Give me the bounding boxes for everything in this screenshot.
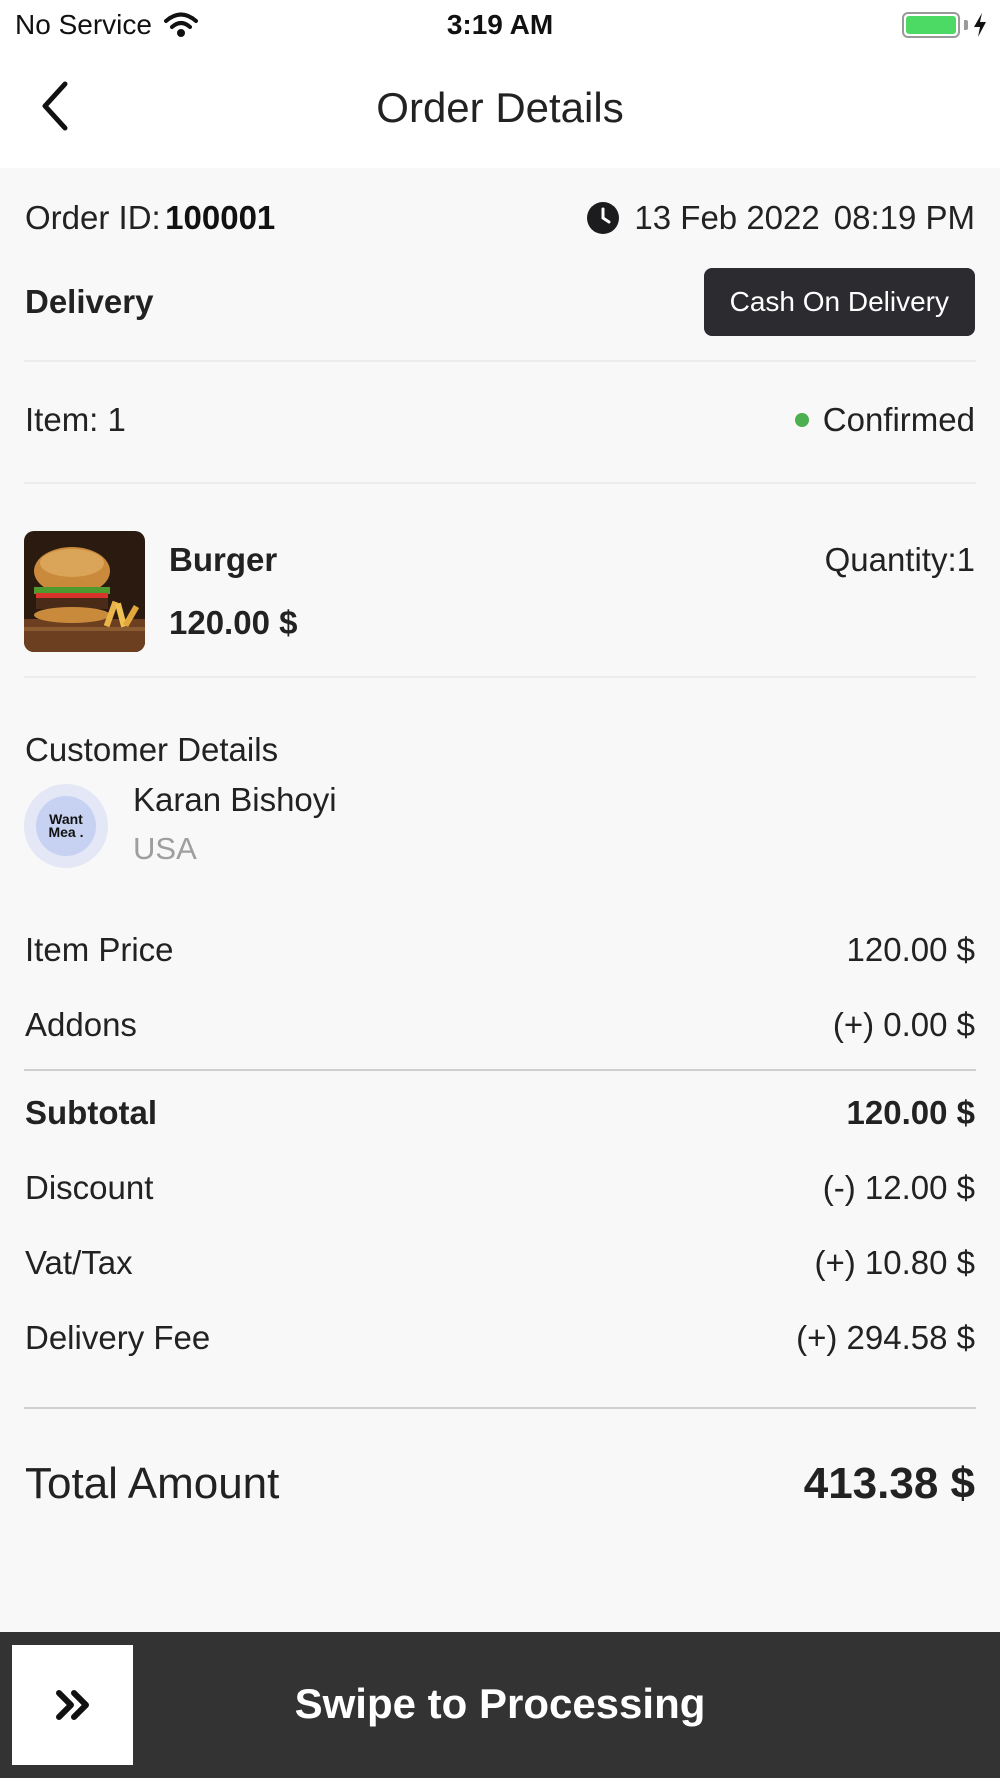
order-id: Order ID: 100001: [25, 199, 275, 237]
customer-details-heading: Customer Details: [25, 731, 279, 768]
subtotal-label: Subtotal: [25, 1094, 157, 1131]
double-chevron-right-icon: [55, 1690, 89, 1720]
item-price-row: Item Price 120.00 $: [25, 928, 975, 972]
status-bar: No Service 3:19 AM: [0, 0, 1000, 52]
charging-bolt-icon: [974, 13, 986, 37]
customer-name: Karan Bishoyi: [133, 781, 337, 818]
order-id-label: Order ID:: [25, 199, 161, 236]
customer-country: USA: [133, 831, 197, 866]
delivery-row: Delivery Cash On Delivery: [25, 268, 975, 336]
discount-value: (-) 12.00 $: [822, 1169, 975, 1206]
total-row: Total Amount 413.38 $: [25, 1454, 975, 1514]
addons-row: Addons (+) 0.00 $: [25, 1003, 975, 1047]
customer-avatar: Want Mea .: [24, 784, 108, 868]
navigation-bar: Order Details: [0, 52, 1000, 168]
subtotal-value: 120.00 $: [846, 1094, 975, 1131]
order-date: 13 Feb 2022: [634, 199, 820, 236]
divider: [24, 1407, 976, 1409]
order-datetime: 13 Feb 2022 08:19 PM: [586, 199, 975, 237]
status-dot: [794, 413, 809, 427]
addons-value: (+) 0.00 $: [832, 1006, 975, 1043]
total-amount-value: 413.38 $: [803, 1459, 975, 1508]
order-type: Delivery: [25, 283, 154, 320]
item-price-label: Item Price: [25, 931, 174, 968]
tax-label: Vat/Tax: [25, 1244, 133, 1281]
item-status-row: Item: 1 Confirmed: [25, 398, 975, 442]
divider: [24, 360, 976, 362]
order-status-label: Confirmed: [822, 401, 975, 438]
item-count: Item: 1: [25, 401, 126, 438]
divider: [24, 676, 976, 678]
item-quantity: Quantity:1: [824, 541, 975, 578]
payment-method-badge: Cash On Delivery: [703, 268, 975, 336]
order-meta-row: Order ID: 100001 13 Feb 2022 08:19 PM: [25, 196, 975, 240]
item-name: Burger: [169, 541, 278, 578]
tax-row: Vat/Tax (+) 10.80 $: [25, 1241, 975, 1285]
swipe-to-process-slider[interactable]: Swipe to Processing: [0, 1632, 1000, 1778]
delivery-fee-row: Delivery Fee (+) 294.58 $: [25, 1316, 975, 1360]
subtotal-row: Subtotal 120.00 $: [25, 1091, 975, 1135]
divider: [24, 1069, 976, 1071]
discount-label: Discount: [25, 1169, 154, 1206]
swipe-handle[interactable]: [12, 1645, 133, 1765]
discount-row: Discount (-) 12.00 $: [25, 1166, 975, 1210]
swipe-label: Swipe to Processing: [294, 1680, 706, 1727]
order-time: 08:19 PM: [833, 199, 975, 236]
divider: [24, 482, 976, 484]
order-id-value: 100001: [165, 199, 276, 236]
item-price: 120.00 $: [169, 604, 298, 641]
status-time: 3:19 AM: [446, 9, 554, 40]
battery-indicator: [902, 12, 988, 38]
order-details-content: Order ID: 100001 13 Feb 2022 08:19 PM De…: [0, 168, 1000, 1632]
battery-icon: [902, 12, 960, 38]
delivery-fee-label: Delivery Fee: [25, 1319, 211, 1356]
tax-value: (+) 10.80 $: [814, 1244, 975, 1281]
delivery-fee-value: (+) 294.58 $: [796, 1319, 975, 1356]
addons-label: Addons: [25, 1006, 137, 1043]
burger-image: [24, 531, 145, 652]
total-amount-label: Total Amount: [25, 1459, 280, 1508]
order-status: Confirmed: [794, 401, 975, 439]
clock-icon: [587, 202, 620, 234]
avatar-logo: Want Mea .: [36, 796, 96, 856]
page-title: Order Details: [376, 84, 624, 131]
item-price-value: 120.00 $: [846, 931, 975, 968]
